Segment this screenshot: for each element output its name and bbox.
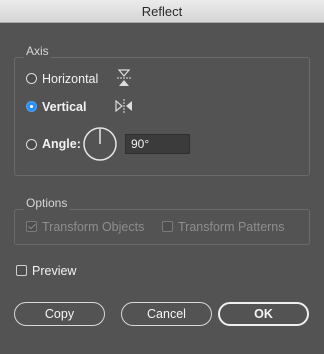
preview-label[interactable]: Preview (32, 264, 76, 278)
angle-radio[interactable] (26, 139, 37, 150)
transform-objects-checkbox[interactable] (26, 221, 37, 232)
horizontal-label[interactable]: Horizontal (42, 72, 98, 86)
copy-button[interactable]: Copy (14, 302, 105, 326)
ok-button[interactable]: OK (218, 302, 309, 326)
transform-patterns-label[interactable]: Transform Patterns (178, 220, 285, 234)
reflect-horizontal-icon (117, 69, 131, 86)
cancel-button[interactable]: Cancel (121, 302, 212, 326)
options-legend: Options (24, 196, 70, 210)
axis-legend: Axis (24, 44, 51, 58)
horizontal-radio[interactable] (26, 73, 37, 84)
angle-dial-icon[interactable] (82, 126, 118, 162)
vertical-label[interactable]: Vertical (42, 100, 86, 114)
window-titlebar: Reflect (0, 0, 324, 23)
reflect-vertical-icon (115, 99, 132, 113)
window-title: Reflect (141, 3, 183, 19)
transform-objects-label[interactable]: Transform Objects (42, 220, 144, 234)
angle-input[interactable]: 90° (125, 134, 190, 154)
preview-checkbox[interactable] (16, 265, 27, 276)
angle-label[interactable]: Angle: (42, 137, 81, 151)
transform-patterns-checkbox[interactable] (162, 221, 173, 232)
vertical-radio[interactable] (26, 101, 37, 112)
